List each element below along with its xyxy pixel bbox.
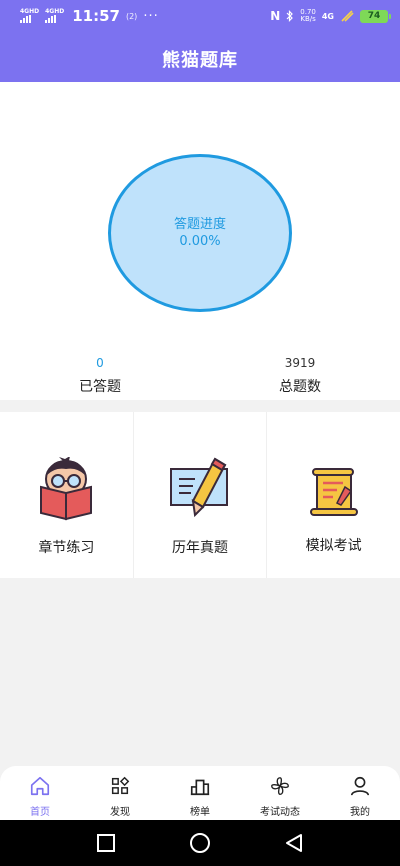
mock-exam-label: 模拟考试 bbox=[305, 538, 362, 554]
hd-badge: (2) bbox=[125, 11, 138, 21]
progress-value: 0.00% bbox=[179, 234, 221, 249]
tab-discover-label: 发现 bbox=[110, 807, 130, 818]
progress-circle[interactable]: 答题进度 0.00% bbox=[108, 154, 292, 312]
net-type-label: 4G bbox=[321, 11, 334, 21]
podium-icon bbox=[190, 779, 210, 796]
past-exams-label: 历年真题 bbox=[172, 540, 228, 556]
status-bar: 4GHD 4GHD 11:57 (2) ··· N 0.70 KB/s 4G 7… bbox=[0, 0, 400, 32]
answered-count: 0 bbox=[96, 356, 104, 370]
person-icon bbox=[350, 776, 370, 796]
progress-label: 答题进度 bbox=[173, 217, 226, 232]
answered-stat: 0 已答题 bbox=[0, 356, 200, 396]
tab-discover[interactable]: 发现 bbox=[80, 766, 160, 820]
tab-mine[interactable]: 我的 bbox=[320, 766, 400, 820]
home-circle-icon[interactable] bbox=[189, 832, 211, 854]
clock: 11:57 bbox=[72, 7, 120, 25]
tab-home[interactable]: 首页 bbox=[0, 766, 80, 820]
tab-exam-news-label: 考试动态 bbox=[260, 807, 300, 818]
tab-ranking[interactable]: 榜单 bbox=[160, 766, 240, 820]
bluetooth-icon bbox=[286, 10, 294, 22]
recents-square-icon[interactable] bbox=[96, 833, 116, 853]
tab-ranking-label: 榜单 bbox=[190, 807, 210, 818]
more-notifications-icon: ··· bbox=[143, 8, 159, 24]
answered-label: 已答题 bbox=[79, 379, 121, 395]
system-nav-bar bbox=[0, 820, 400, 866]
signal-2: 4GHD bbox=[45, 9, 64, 23]
chapter-practice-label: 章节练习 bbox=[38, 540, 95, 556]
back-triangle-icon[interactable] bbox=[284, 833, 304, 853]
tab-exam-news[interactable]: 考试动态 bbox=[240, 766, 320, 820]
nfc-icon: N bbox=[270, 9, 281, 23]
total-count: 3919 bbox=[284, 356, 316, 370]
battery-icon: 74 bbox=[360, 9, 391, 23]
progress-panel: 答题进度 0.00% 0 已答题 3919 总题数 bbox=[0, 82, 400, 400]
signal-bars-icon bbox=[20, 15, 31, 23]
app-header: 4GHD 4GHD 11:57 (2) ··· N 0.70 KB/s 4G 7… bbox=[0, 0, 400, 82]
scroll-exam-icon bbox=[309, 468, 358, 516]
reading-student-icon bbox=[40, 457, 93, 521]
network-speed: 0.70 KB/s bbox=[300, 8, 316, 23]
home-icon bbox=[30, 776, 50, 796]
mock-exam-card[interactable]: 模拟考试 bbox=[267, 412, 400, 578]
apps-grid-icon bbox=[111, 776, 130, 795]
pinwheel-icon bbox=[271, 777, 289, 795]
past-exams-card[interactable]: 历年真题 bbox=[134, 412, 268, 578]
feature-menu: 章节练习 历年真题 模拟考试 bbox=[0, 412, 400, 578]
paper-pencil-icon bbox=[170, 457, 228, 518]
total-stat: 3919 总题数 bbox=[200, 356, 400, 396]
signal-bars-icon bbox=[45, 15, 57, 23]
tab-home-label: 首页 bbox=[30, 807, 50, 818]
bottom-tab-bar: 首页 发现 榜单 考试动态 我的 bbox=[0, 766, 400, 820]
total-label: 总题数 bbox=[279, 379, 321, 395]
tab-mine-label: 我的 bbox=[350, 807, 370, 818]
signal-1: 4GHD bbox=[20, 9, 39, 23]
page-title: 熊猫题库 bbox=[162, 50, 238, 71]
chapter-practice-card[interactable]: 章节练习 bbox=[0, 412, 134, 578]
charging-icon bbox=[341, 10, 354, 22]
